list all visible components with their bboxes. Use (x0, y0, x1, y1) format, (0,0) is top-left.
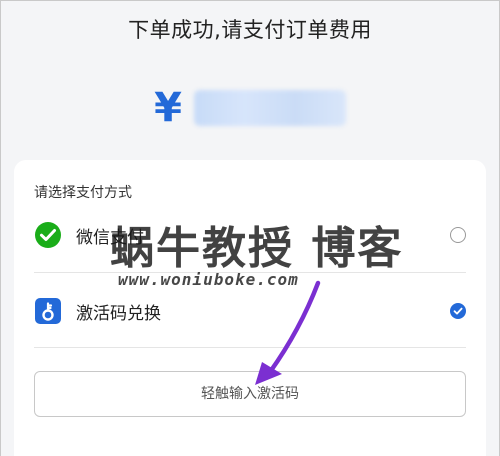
currency-symbol: ¥ (154, 85, 182, 131)
code-radio-button-checked[interactable] (450, 303, 466, 319)
key-icon (35, 298, 61, 324)
divider (34, 272, 466, 273)
check-icon (453, 307, 463, 315)
wechat-radio-button[interactable] (450, 227, 466, 243)
activation-code-input[interactable]: 轻触输入激活码 (34, 371, 466, 417)
payment-section-label: 请选择支付方式 (34, 185, 132, 201)
wechat-icon (35, 222, 61, 248)
payment-method-wechat[interactable]: 微信支付 (34, 212, 466, 258)
payment-method-code-label: 激活码兑换 (76, 303, 161, 324)
payment-method-activation-code[interactable]: 激活码兑换 (34, 288, 466, 334)
payment-card: 请选择支付方式 微信支付 激活码兑换 轻触输入激活码 (14, 160, 486, 456)
payment-method-wechat-label: 微信支付 (76, 227, 144, 248)
amount-display: ¥ (0, 88, 500, 128)
page-title: 下单成功,请支付订单费用 (128, 18, 372, 42)
blurred-amount-value (193, 90, 346, 126)
divider (34, 347, 466, 348)
